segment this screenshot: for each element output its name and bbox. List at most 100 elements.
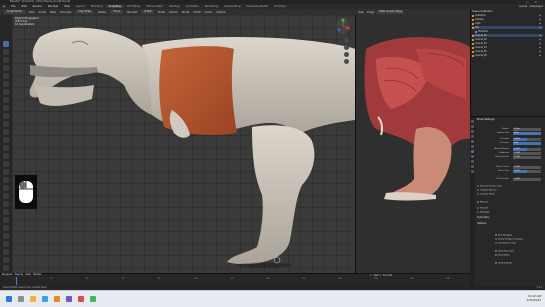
tab-compositing[interactable]: Compositing xyxy=(221,5,243,8)
outliner-row[interactable]: Light ◉ xyxy=(472,22,543,25)
playhead[interactable] xyxy=(16,277,17,285)
browser-icon[interactable] xyxy=(42,296,48,302)
data-tab-icon[interactable] xyxy=(471,165,474,168)
checkbox-box[interactable] xyxy=(495,250,497,252)
tab-sculpting[interactable]: Sculpting xyxy=(105,5,124,8)
3d-viewport[interactable] xyxy=(12,15,355,273)
checkbox-front-faces[interactable]: Use Front Faces Only xyxy=(477,185,502,188)
visibility-eye-icon[interactable]: ◉ xyxy=(539,50,541,53)
app-icon[interactable] xyxy=(78,296,84,302)
camera-view-icon[interactable] xyxy=(344,52,349,57)
scene-tab-icon[interactable] xyxy=(471,140,474,143)
outliner-row[interactable]: Collection ◉ xyxy=(472,14,543,17)
radius-field[interactable]: 50 px xyxy=(110,10,124,14)
clay-strips-tool-icon[interactable] xyxy=(3,57,9,63)
timeline-menu-view[interactable]: View xyxy=(25,273,31,276)
box-hide-tool-icon[interactable] xyxy=(3,241,9,247)
menu-render[interactable]: Render xyxy=(30,5,45,8)
image-menu-view[interactable]: View xyxy=(358,11,364,14)
trex-sculpt-model[interactable] xyxy=(12,15,355,273)
object-tab-icon[interactable] xyxy=(471,150,474,153)
thumb-tool-icon[interactable] xyxy=(3,153,9,159)
render-tab-icon[interactable] xyxy=(471,125,474,128)
visibility-eye-icon[interactable]: ◉ xyxy=(539,26,541,29)
crease-tool-icon[interactable] xyxy=(3,89,9,95)
visibility-eye-icon[interactable]: ◉ xyxy=(539,18,541,21)
nudge-tool-icon[interactable] xyxy=(3,169,9,175)
strength-field[interactable]: 0.500 xyxy=(141,10,155,14)
blob-tool-icon[interactable] xyxy=(3,81,9,87)
boundary-tool-icon[interactable] xyxy=(3,193,9,199)
tab-scripting[interactable]: Scripting xyxy=(271,5,289,8)
app-icon[interactable] xyxy=(90,296,96,302)
prop-value[interactable]: 0.500 xyxy=(513,148,541,151)
simplify-tool-icon[interactable] xyxy=(3,209,9,215)
ortho-toggle-icon[interactable] xyxy=(344,59,349,64)
view-layer-tab-icon[interactable] xyxy=(471,135,474,138)
visibility-eye-icon[interactable]: ◉ xyxy=(539,14,541,17)
search-icon[interactable] xyxy=(18,296,24,302)
physics-tab-icon[interactable] xyxy=(471,160,474,163)
visibility-eye-icon[interactable]: ◉ xyxy=(539,34,541,37)
prop-auto-smooth[interactable]: Auto-Smooth 0.000 xyxy=(477,156,543,159)
image-selector[interactable]: T.Rex muscle ref.jpg xyxy=(377,10,405,14)
fill-tool-icon[interactable] xyxy=(3,113,9,119)
checkbox-box[interactable] xyxy=(495,254,497,256)
checkbox-original-normal[interactable]: Original Normal xyxy=(477,189,496,192)
start-frame-field[interactable]: 1 xyxy=(380,274,381,277)
stroke-popover[interactable]: Stroke xyxy=(182,11,190,14)
outliner-row[interactable]: muscle_01 ◉ xyxy=(472,34,543,37)
box-mask-tool-icon[interactable] xyxy=(3,233,9,239)
modifier-tab-icon[interactable] xyxy=(471,155,474,158)
start-menu-icon[interactable] xyxy=(6,296,12,302)
checkbox-box[interactable] xyxy=(477,185,479,187)
outliner-row[interactable]: Camera ◉ xyxy=(472,18,543,21)
menu-view[interactable]: View xyxy=(29,11,35,14)
checkbox-topology[interactable]: Topology xyxy=(477,211,489,214)
option-show-face-sets[interactable]: Show Face Sets xyxy=(495,250,514,253)
checkbox-box[interactable] xyxy=(495,262,497,264)
reference-image-editor[interactable] xyxy=(355,9,470,273)
options-popover[interactable]: Options xyxy=(216,11,225,14)
checkbox-box[interactable] xyxy=(477,193,479,195)
checkbox-smooth[interactable]: Smooth xyxy=(477,207,488,210)
visibility-eye-icon[interactable]: ◉ xyxy=(539,54,541,57)
system-tray[interactable]: 11:42 AM 1/26/2023 xyxy=(527,294,541,302)
menu-face-sets[interactable]: Face Sets xyxy=(60,11,71,14)
mode-dropdown[interactable]: Sculpt Mode xyxy=(4,10,25,14)
prop-direction[interactable]: Direction Add xyxy=(477,142,543,145)
timeline-ruler[interactable]: 0 20 40 60 80 100 120 140 160 180 200 22… xyxy=(12,278,468,282)
option-show-mask[interactable]: Show Mask xyxy=(495,254,510,257)
cursor-popover[interactable]: Cursor xyxy=(205,11,213,14)
menu-edit[interactable]: Edit xyxy=(19,5,30,8)
brush-popover[interactable]: Brush xyxy=(158,11,165,14)
checkbox-box[interactable] xyxy=(477,207,479,209)
draw-tool-icon[interactable] xyxy=(3,41,9,47)
prop-value[interactable]: 0.000 xyxy=(513,152,541,155)
option-delay-updates[interactable]: Delay Viewport Updates xyxy=(495,238,523,241)
flatten-tool-icon[interactable] xyxy=(3,105,9,111)
prop-value[interactable]: 0.000 xyxy=(513,166,541,169)
pan-icon[interactable] xyxy=(344,45,349,50)
checkbox-box[interactable] xyxy=(495,242,497,244)
rotate-tool-icon[interactable] xyxy=(3,177,9,183)
timeline-menu-playback[interactable]: Playback xyxy=(2,273,13,276)
options-header[interactable]: Options xyxy=(477,222,486,225)
tab-geometry-nodes[interactable]: Geometry Nodes xyxy=(243,5,271,8)
outliner-row[interactable]: muscle_06 ◉ xyxy=(472,54,543,57)
checkbox-box[interactable] xyxy=(495,238,497,240)
timeline-menu-keying[interactable]: Keying xyxy=(15,273,23,276)
box-trim-tool-icon[interactable] xyxy=(3,249,9,255)
prop-value[interactable]: View xyxy=(513,132,541,135)
outliner-row[interactable]: muscle_05 ◉ xyxy=(472,50,543,53)
menu-mask[interactable]: Mask xyxy=(50,11,56,14)
outliner-row[interactable]: muscle_04 ◉ xyxy=(472,46,543,49)
draw-face-sets-tool-icon[interactable] xyxy=(3,225,9,231)
prop-value[interactable]: 0.000 xyxy=(513,156,541,159)
prop-value[interactable]: 50 px xyxy=(513,128,541,131)
tab-modeling[interactable]: Modeling xyxy=(88,5,106,8)
checkbox-box[interactable] xyxy=(477,201,479,203)
file-explorer-icon[interactable] xyxy=(30,296,36,302)
option-fast-navigate[interactable]: Fast Navigate xyxy=(495,234,512,237)
mask-tool-icon[interactable] xyxy=(3,217,9,223)
